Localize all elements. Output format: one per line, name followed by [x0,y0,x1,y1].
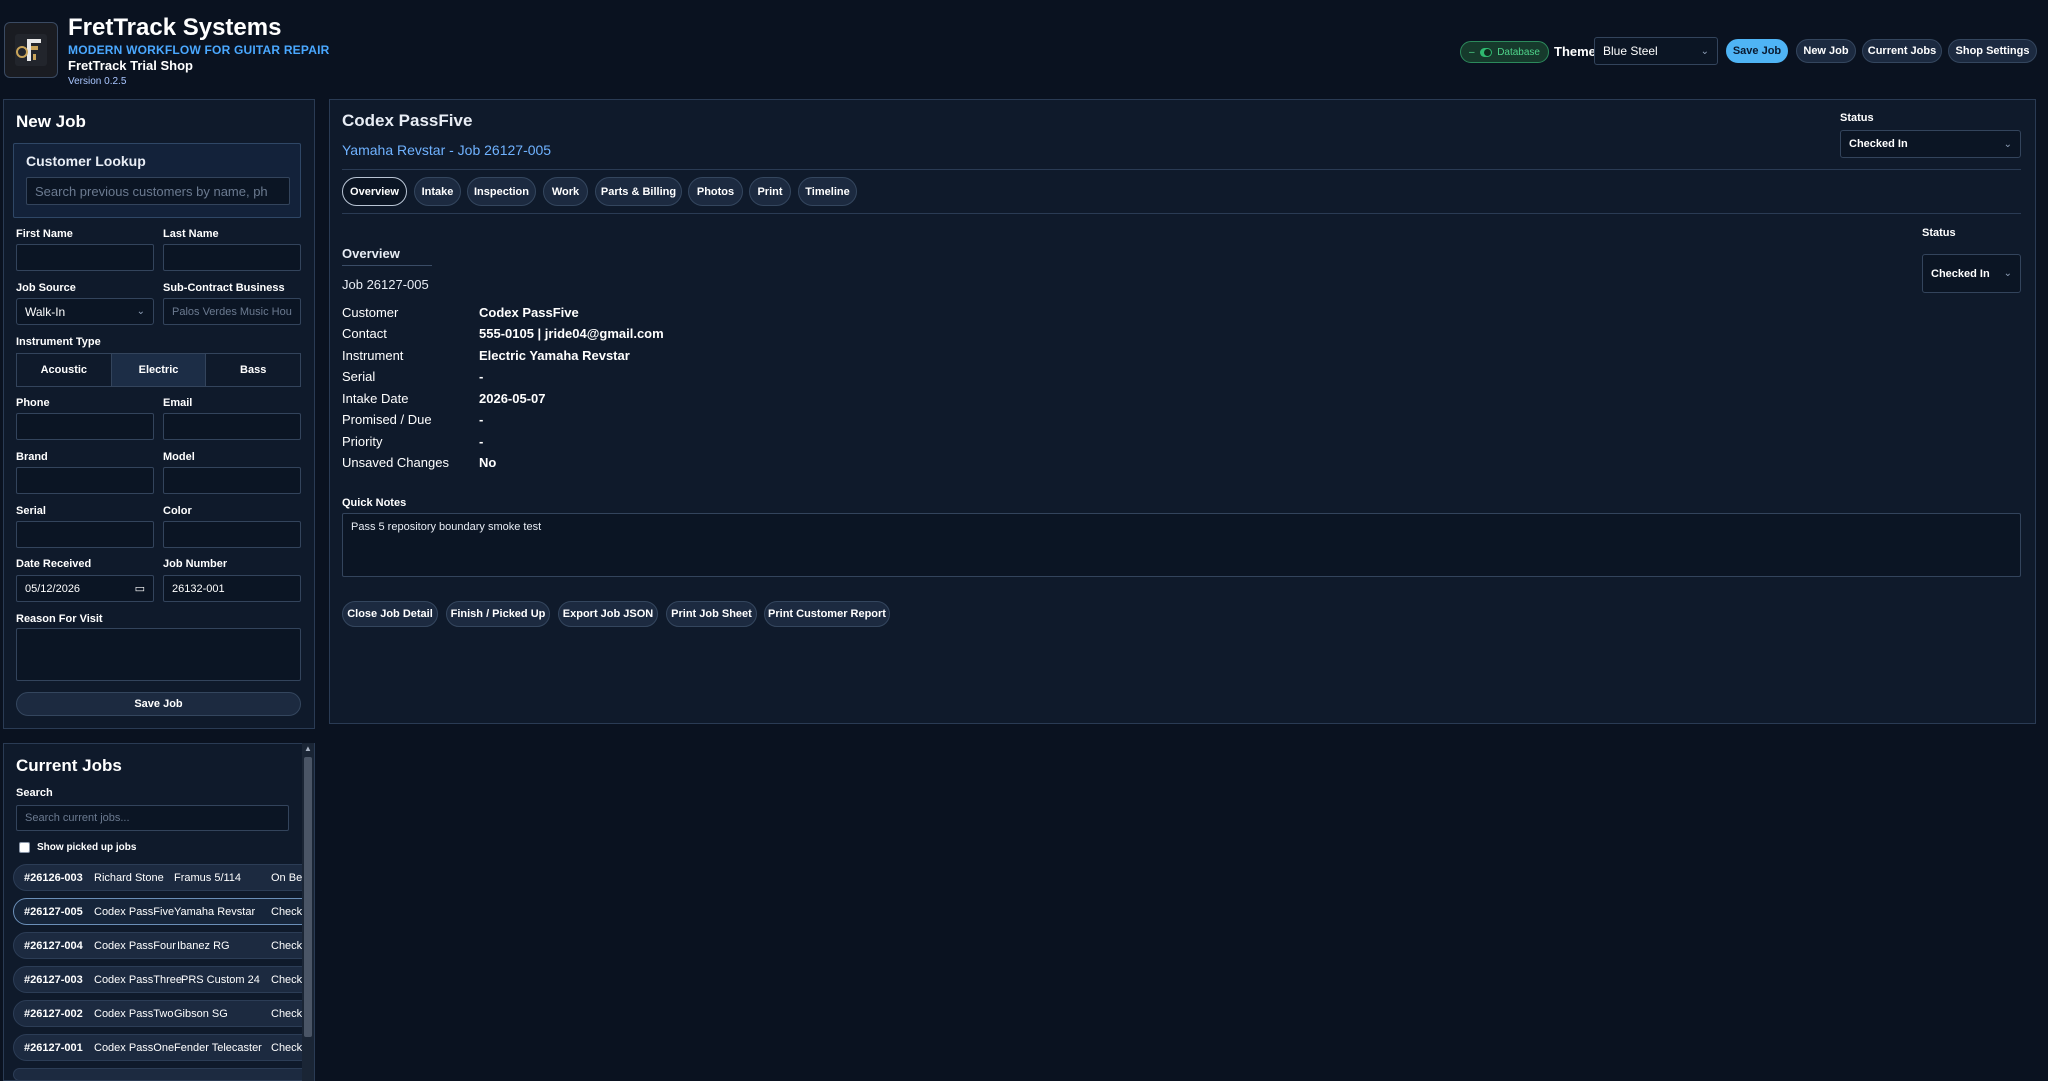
job-customer: Codex PassTwo [94,1007,174,1020]
chevron-down-icon: ⌄ [2003,268,2012,279]
theme-label: Theme [1554,44,1596,59]
chevron-down-icon: ⌄ [1700,45,1709,57]
tab-intake[interactable]: Intake [414,177,461,206]
job-customer: Codex PassFive [94,905,175,918]
theme-select[interactable]: Blue Steel ⌄ [1594,37,1718,65]
detail-status-value: Checked In [1849,138,1908,150]
job-number: #26127-001 [24,1041,83,1054]
detail-status-label: Status [1840,112,1874,124]
job-row[interactable]: #26127-004 Codex PassFour Ibanez RG Chec… [13,932,302,959]
job-status: Checke [271,939,302,952]
job-status: Checke [271,1041,302,1054]
job-row[interactable]: #26126-003 Richard Stone Framus 5/114 On… [13,864,302,891]
close-job-detail-button[interactable]: Close Job Detail [342,601,438,627]
job-customer: Richard Stone [94,871,164,884]
print-customer-report-button[interactable]: Print Customer Report [764,601,890,627]
field-value-promised-due: - [479,412,484,427]
job-number: #26127-002 [24,1007,83,1020]
detail-customer-name: Codex PassFive [342,111,473,130]
field-value-instrument: Electric Yamaha Revstar [479,348,630,363]
header-current-jobs-button[interactable]: Current Jobs [1862,39,1942,63]
jobs-list-scrollbar[interactable]: ▲ [302,743,314,1081]
database-label: Database [1497,46,1540,58]
job-instrument: Yamaha Revstar [174,905,256,918]
job-customer: Codex PassOne [94,1041,175,1054]
tab-print[interactable]: Print [749,177,791,206]
tab-work[interactable]: Work [543,177,588,206]
tab-timeline[interactable]: Timeline [798,177,857,206]
job-status: On Ben [271,871,302,884]
job-row[interactable]: #26127-001 Codex PassOne Fender Telecast… [13,1034,302,1061]
job-customer: Codex PassFour [94,939,176,952]
field-value-contact: 555-0105 | jride04@gmail.com [479,326,664,341]
divider [342,169,2021,170]
overview-underline [342,265,432,266]
tab-inspection[interactable]: Inspection [467,177,536,206]
quick-notes-label: Quick Notes [342,497,407,509]
field-key-instrument: Instrument [342,348,404,363]
job-instrument: Fender Telecaster [174,1041,262,1054]
theme-select-value: Blue Steel [1603,44,1658,58]
job-status: Checke [271,973,302,986]
overview-job-label: Job 26127-005 [342,277,429,292]
tab-photos[interactable]: Photos [688,177,743,206]
job-number: #26126-003 [24,871,83,884]
field-key-intake-date: Intake Date [342,391,409,406]
job-instrument: Gibson SG [174,1007,228,1020]
overview-status-select[interactable]: Checked In ⌄ [1922,254,2021,293]
job-instrument: PRS Custom 24 [181,973,260,986]
job-customer: Codex PassThree [94,973,183,986]
finish-picked-up-button[interactable]: Finish / Picked Up [446,601,550,627]
field-key-serial: Serial [342,369,376,384]
field-value-priority: - [479,434,484,449]
detail-subtitle: Yamaha Revstar - Job 26127-005 [342,142,552,158]
field-key-contact: Contact [342,326,387,341]
job-instrument: Ibanez RG [177,939,230,952]
job-row[interactable]: #26127-003 Codex PassThree PRS Custom 24… [13,966,302,993]
overview-status-label: Status [1922,227,1956,239]
job-row[interactable]: #26127-005 Codex PassFive Yamaha Revstar… [13,898,302,925]
toggle-switch-icon [1479,47,1493,57]
field-value-intake-date: 2026-05-07 [479,391,546,406]
field-key-priority: Priority [342,434,383,449]
database-status-toggle[interactable]: – Database [1460,41,1549,63]
header-shop-settings-button[interactable]: Shop Settings [1948,39,2037,63]
field-key-promised-due: Promised / Due [342,412,432,427]
scrollbar-thumb[interactable] [304,757,312,1037]
job-number: #26127-003 [24,973,83,986]
field-value-customer: Codex PassFive [479,305,579,320]
jobs-list-clip: #26126-003 Richard Stone Framus 5/114 On… [0,0,302,1081]
scroll-up-arrow-icon[interactable]: ▲ [304,744,312,753]
field-key-unsaved-changes: Unsaved Changes [342,455,449,470]
job-number: #26127-004 [24,939,83,952]
job-instrument: Framus 5/114 [174,871,242,884]
job-status: Checke [271,905,302,918]
field-key-customer: Customer [342,305,399,320]
divider [342,213,2021,214]
job-status: Checke [271,1007,302,1020]
header-save-job-button[interactable]: Save Job [1726,39,1788,63]
field-value-unsaved-changes: No [479,455,497,470]
quick-notes-text: Pass 5 repository boundary smoke test [351,521,542,533]
job-number: #26127-005 [24,905,83,918]
overview-title: Overview [342,246,400,261]
export-job-json-button[interactable]: Export Job JSON [558,601,658,627]
tab-overview[interactable]: Overview [342,177,407,206]
chevron-down-icon: ⌄ [2003,138,2012,150]
tab-parts-billing[interactable]: Parts & Billing [595,177,682,206]
detail-status-select[interactable]: Checked In ⌄ [1840,130,2021,158]
print-job-sheet-button[interactable]: Print Job Sheet [666,601,757,627]
job-row[interactable] [13,1068,302,1081]
overview-status-value: Checked In [1931,267,1990,280]
quick-notes-textarea[interactable]: Pass 5 repository boundary smoke test [342,513,2021,577]
header-new-job-button[interactable]: New Job [1796,39,1856,63]
job-row[interactable]: #26127-002 Codex PassTwo Gibson SG Check… [13,1000,302,1027]
minus-icon: – [1469,46,1475,58]
field-value-serial: - [479,369,484,384]
